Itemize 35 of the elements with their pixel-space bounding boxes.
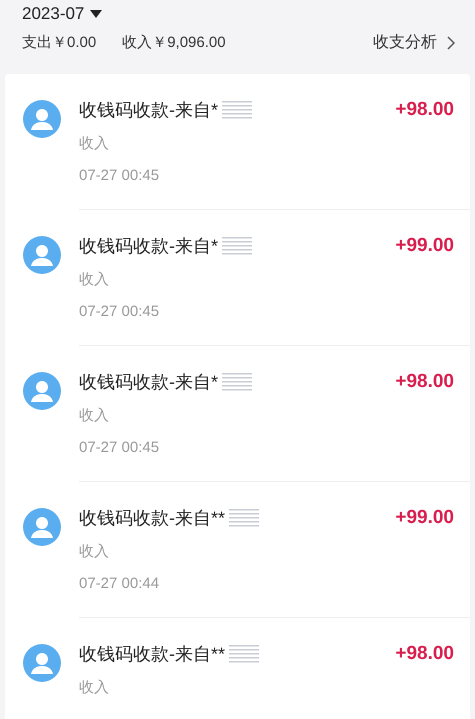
transaction-title: 收钱码收款-来自* <box>79 99 218 122</box>
transaction-title: 收钱码收款-来自** <box>79 507 226 530</box>
transaction-time: 07-27 00:45 <box>79 303 160 320</box>
avatar-icon <box>23 644 61 682</box>
avatar-icon <box>23 372 61 410</box>
avatar-icon <box>23 508 61 546</box>
transaction-category: 收入 <box>79 134 110 153</box>
income-total: 收入￥9,096.00 <box>122 33 226 52</box>
transaction-title: 收钱码收款-来自* <box>79 235 218 258</box>
avatar-icon <box>23 236 61 274</box>
transaction-title: 收钱码收款-来自** <box>79 643 226 666</box>
transaction-row[interactable]: 收钱码收款-来自* 收入 07-27 00:45 +98.00 <box>5 74 470 210</box>
transaction-category: 收入 <box>79 406 110 425</box>
transaction-amount: +99.00 <box>395 506 454 530</box>
transaction-amount: +98.00 <box>395 642 454 666</box>
transaction-amount: +98.00 <box>395 98 454 122</box>
transaction-row[interactable]: 收钱码收款-来自* 收入 07-27 00:45 +99.00 <box>5 210 470 346</box>
expense-total: 支出￥0.00 <box>22 33 96 52</box>
transaction-amount: +98.00 <box>395 370 454 394</box>
transaction-category: 收入 <box>79 678 110 697</box>
transaction-row[interactable]: 收钱码收款-来自** 收入 +98.00 <box>5 618 470 719</box>
transaction-title: 收钱码收款-来自* <box>79 371 218 394</box>
transaction-time: 07-27 00:45 <box>79 439 160 456</box>
month-selector[interactable]: 2023-07 <box>22 4 102 24</box>
avatar-icon <box>23 100 61 138</box>
transaction-row[interactable]: 收钱码收款-来自* 收入 07-27 00:45 +98.00 <box>5 346 470 482</box>
transaction-time: 07-27 00:45 <box>79 167 160 184</box>
transaction-category: 收入 <box>79 270 110 289</box>
chevron-right-icon <box>447 36 455 50</box>
transaction-amount: +99.00 <box>395 234 454 258</box>
transaction-time: 07-27 00:44 <box>79 575 160 592</box>
transaction-category: 收入 <box>79 542 110 561</box>
dropdown-icon <box>90 10 102 18</box>
analysis-link[interactable]: 收支分析 <box>373 32 437 53</box>
transaction-row[interactable]: 收钱码收款-来自** 收入 07-27 00:44 +99.00 <box>5 482 470 618</box>
